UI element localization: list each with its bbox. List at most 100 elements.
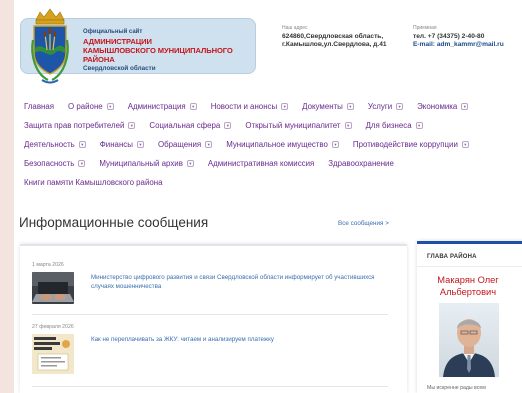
news-date: 27 февраля 2026 [32,324,74,330]
nav-item-label: Экономика [417,102,458,111]
nav-item-label: Муниципальный архив [99,159,183,168]
utility-bill-poster-thumbnail[interactable] [32,334,74,374]
district-head-sidebar: ГЛАВА РАЙОНА Макарян Олег Альбертович Мы… [417,241,522,393]
all-messages-link[interactable]: Все сообщения > [338,220,389,227]
chevron-down-icon[interactable]: ▼ [136,141,144,148]
banner-line-administration: АДМИНИСТРАЦИИ [83,37,152,46]
nav-item[interactable]: Защита прав потребителей ▼ [24,121,136,130]
news-title-link[interactable]: Министерство цифрового развития и связи … [91,273,381,304]
nav-item[interactable]: Социальная сфера ▼ [149,121,232,130]
news-item[interactable]: 1 марта 2026 Министерство цифрового разв… [32,262,388,304]
address-line-1: 624860,Свердловская область, [282,32,384,40]
chevron-down-icon[interactable]: ▼ [396,103,404,110]
site-header: Официальный сайт АДМИНИСТРАЦИИ КАМЫШЛОВС… [14,0,522,92]
nav-item[interactable]: Открытый муниципалитет ▼ [245,121,352,130]
nav-item-label: Социальная сфера [149,121,221,130]
news-panel: 1 марта 2026 Министерство цифрового разв… [20,244,407,393]
nav-item[interactable]: Муниципальный архив ▼ [99,159,194,168]
reception-block: Приемная тел. +7 (34375) 2-40-80 E-mail:… [413,24,504,50]
nav-item[interactable]: Обращения ▼ [157,140,213,149]
nav-item-label: Муниципальное имущество [226,140,328,149]
page: Официальный сайт АДМИНИСТРАЦИИ КАМЫШЛОВС… [14,0,522,393]
news-divider [32,314,388,315]
chevron-down-icon[interactable]: ▼ [344,122,352,129]
nav-item-label: Финансы [99,140,133,149]
chevron-down-icon[interactable]: ▼ [78,141,86,148]
district-head-portrait[interactable] [439,303,499,377]
district-head-name-line-1: Макарян Олег [437,275,499,285]
section-title: Информационные сообщения [19,215,209,230]
nav-item-label: Для бизнеса [365,121,412,130]
nav-item[interactable]: О районе ▼ [68,102,114,111]
chevron-down-icon[interactable]: ▼ [346,103,354,110]
address-block: Наш адрес 624860,Свердловская область, г… [282,24,387,50]
news-divider [32,386,388,387]
nav-item-label: Книги памяти Камышловского района [24,178,163,187]
nav-row: Деятельность ▼ Финансы ▼ Обращения ▼ Муниципал… [24,135,519,154]
chevron-down-icon[interactable]: ▼ [331,141,339,148]
address-label: Наш адрес [282,25,308,31]
news-title-link[interactable]: Как не переплачивать за ЖКУ: читаем и ан… [91,335,381,374]
chevron-down-icon[interactable]: ▼ [78,160,86,167]
reception-phone[interactable]: тел. +7 (34375) 2-40-80 [413,33,504,42]
banner-line-district: КАМЫШЛОВСКОГО МУНИЦИПАЛЬНОГО РАЙОНА [83,46,233,64]
nav-item[interactable]: Безопасность ▼ [24,159,86,168]
nav-item[interactable]: Экономика ▼ [417,102,469,111]
nav-item[interactable]: Для бизнеса ▼ [366,121,423,130]
nav-item[interactable]: Здравоохранение [328,159,394,168]
sidebar-heading: ГЛАВА РАЙОНА [427,254,477,260]
reception-label: Приемная [413,25,437,31]
nav-row: Главная О районе ▼ Администрация ▼ Новости и … [24,97,519,116]
chevron-down-icon[interactable]: ▼ [128,122,136,129]
chevron-down-icon[interactable]: ▼ [106,103,114,110]
chevron-down-icon[interactable]: ▼ [461,103,469,110]
news-date: 1 марта 2026 [32,262,64,268]
banner-text: Официальный сайт АДМИНИСТРАЦИИ КАМЫШЛОВС… [83,28,255,73]
nav-item-label: Услуги [367,102,393,111]
nav-item-label: Административная комиссия [207,159,315,168]
nav-item-label: Защита прав потребителей [24,121,125,130]
nav-item-label: Документы [302,102,343,111]
nav-item[interactable]: Финансы ▼ [100,140,144,149]
nav-item-label: Противодействие коррупции [352,140,458,149]
nav-item-label: Новости и анонсы [210,102,278,111]
chevron-down-icon[interactable]: ▼ [415,122,423,129]
nav-item[interactable]: Новости и анонсы ▼ [210,102,289,111]
nav-item[interactable]: Услуги ▼ [367,102,404,111]
nav-item-label: О районе [68,102,103,111]
chevron-down-icon[interactable]: ▼ [281,103,289,110]
nav-item[interactable]: Противодействие коррупции ▼ [353,140,469,149]
reception-email-link[interactable]: E-mail: adm_kammr@mail.ru [413,41,504,50]
nav-item[interactable]: Документы ▼ [302,102,354,111]
address-line-2: г.Камышлов,ул.Свердлова, д.41 [282,41,387,48]
banner-line-official: Официальный сайт [83,29,143,35]
coat-of-arms-icon[interactable] [28,6,72,86]
nav-item[interactable]: Администрация ▼ [128,102,197,111]
chevron-down-icon[interactable]: ▼ [461,141,469,148]
laptop-photo-thumbnail[interactable] [32,272,74,304]
nav-item-label: Деятельность [24,140,75,149]
nav-item-label: Здравоохранение [328,159,394,168]
nav-item-label: Обращения [157,140,202,149]
nav-item[interactable]: Деятельность ▼ [24,140,86,149]
nav-row: Защита прав потребителей ▼ Социальная сфер… [24,116,519,135]
sidebar-divider [417,266,522,267]
nav-item-label: Безопасность [24,159,75,168]
chevron-down-icon[interactable]: ▼ [186,160,194,167]
nav-item[interactable]: Книги памяти Камышловского района [24,178,163,187]
nav-row: Безопасность ▼ Муниципальный архив ▼ Админис… [24,154,519,173]
nav-item[interactable]: Главная [24,102,54,111]
nav-item[interactable]: Муниципальное имущество ▼ [226,140,339,149]
nav-item-label: Администрация [127,102,186,111]
chevron-down-icon[interactable]: ▼ [224,122,232,129]
district-head-name[interactable]: Макарян Олег Альбертович [417,274,519,298]
district-head-name-line-2: Альбертович [439,287,497,297]
nav-item[interactable]: Административная комиссия [208,159,314,168]
chevron-down-icon[interactable]: ▼ [205,141,213,148]
nav-row: Книги памяти Камышловского района [24,173,519,192]
news-item[interactable]: 27 февраля 2026 Как не переплачивать за … [32,324,388,374]
nav-item-label: Главная [24,102,55,111]
chevron-down-icon[interactable]: ▼ [189,103,197,110]
banner-line-region: Свердловской области [83,65,156,72]
main-navigation: Главная О районе ▼ Администрация ▼ Новости и … [24,97,519,192]
